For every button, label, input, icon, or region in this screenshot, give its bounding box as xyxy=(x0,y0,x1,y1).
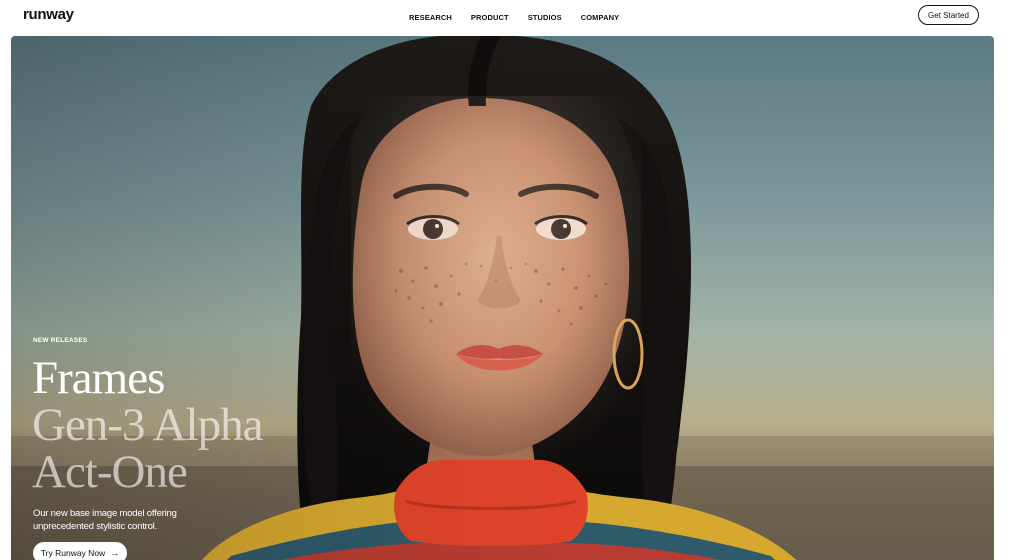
hero-banner: NEW RELEASES Frames Gen-3 Alpha Act-One … xyxy=(11,36,994,560)
get-started-button[interactable]: Get Started xyxy=(918,5,979,25)
nav-product[interactable]: PRODUCT xyxy=(471,13,509,22)
nav-company[interactable]: COMPANY xyxy=(581,13,619,22)
page: runway RESEARCH PRODUCT STUDIOS COMPANY … xyxy=(0,0,1024,560)
headline-gen3-alpha[interactable]: Gen-3 Alpha xyxy=(32,402,263,449)
headline-frames[interactable]: Frames xyxy=(32,355,165,402)
headline-act-one[interactable]: Act-One xyxy=(32,449,188,496)
nav-research[interactable]: RESEARCH xyxy=(409,13,452,22)
new-releases-label: NEW RELEASES xyxy=(33,337,88,344)
top-nav-bar: runway RESEARCH PRODUCT STUDIOS COMPANY … xyxy=(0,0,1024,34)
try-runway-now-label: Try Runway Now xyxy=(40,548,106,558)
try-runway-now-button[interactable]: Try Runway Now → xyxy=(33,542,127,560)
arrow-right-icon: → xyxy=(110,548,120,558)
main-nav: RESEARCH PRODUCT STUDIOS COMPANY xyxy=(409,13,638,22)
runway-logo[interactable]: runway xyxy=(23,6,74,23)
nav-studios[interactable]: STUDIOS xyxy=(528,13,562,22)
hero-description: Our new base image model offering unprec… xyxy=(33,508,177,532)
